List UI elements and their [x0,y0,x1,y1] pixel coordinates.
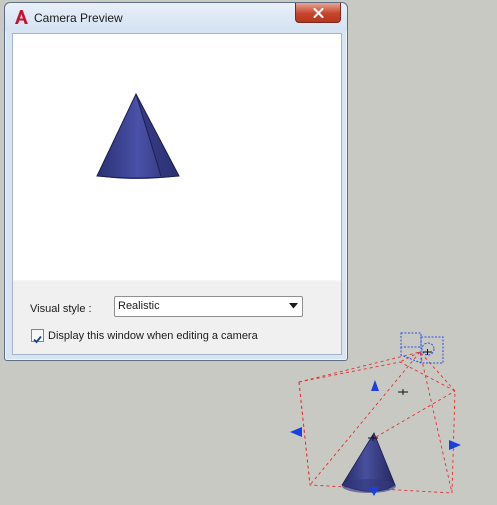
visual-style-value: Realistic [118,300,160,312]
close-icon [313,7,323,18]
close-button[interactable] [295,3,341,23]
preview-separator [13,280,341,284]
title-bar[interactable]: Camera Preview [5,3,347,31]
display-window-label[interactable]: Display this window when editing a camer… [48,330,258,342]
dialog-body: Visual style : Realistic Display this wi… [12,33,342,355]
chevron-down-icon [289,303,298,309]
camera-preview-viewport [13,34,341,280]
checkmark-icon [33,335,42,344]
autocad-logo-icon [15,10,28,24]
window-title: Camera Preview [34,11,123,25]
visual-style-dropdown[interactable]: Realistic [114,296,303,317]
preview-cone [96,92,180,179]
visual-style-label: Visual style : [30,303,92,315]
display-window-checkbox[interactable] [31,329,44,344]
drawing-area-camera-scene [290,332,461,496]
camera-preview-window: Camera Preview Visual style: Realistic … [4,2,348,361]
